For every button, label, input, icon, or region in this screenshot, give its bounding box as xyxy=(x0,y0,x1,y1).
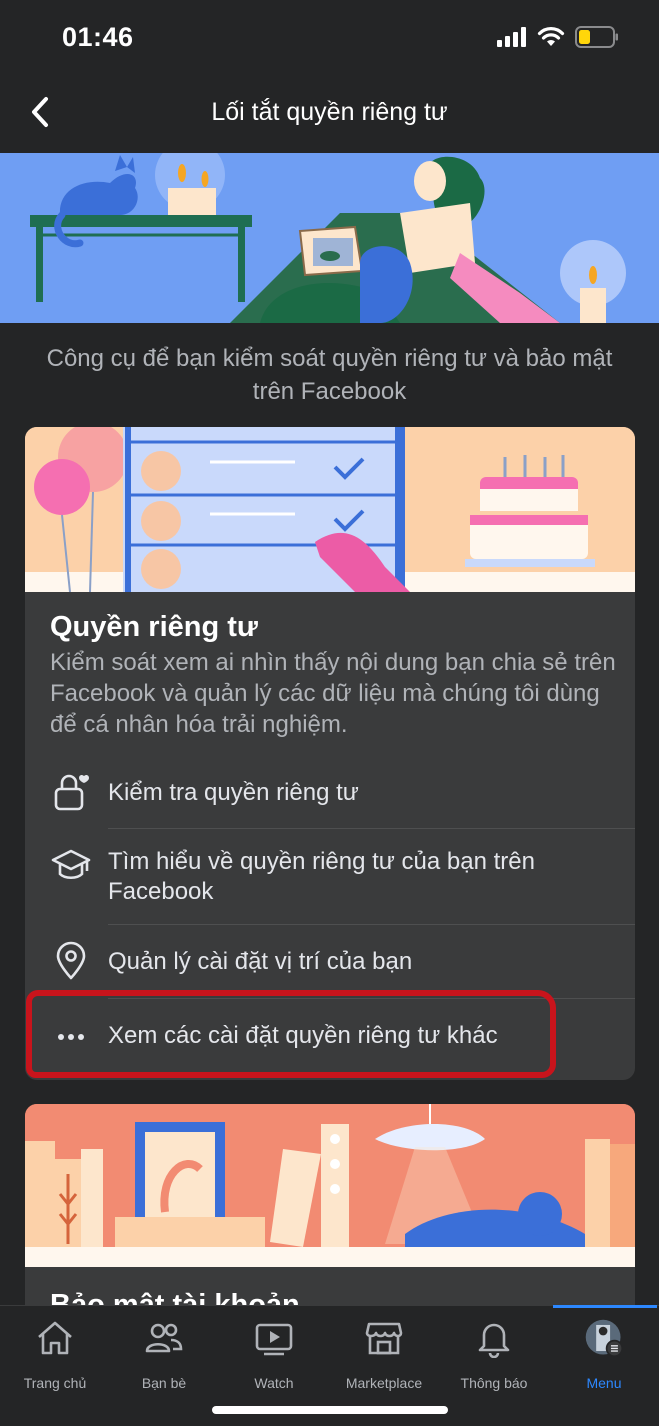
security-card[interactable]: Bảo mật tài khoản xyxy=(25,1104,635,1334)
nav-header: Lối tắt quyền riêng tư xyxy=(0,76,659,153)
wifi-icon xyxy=(537,27,565,46)
tab-label: Trang chủ xyxy=(23,1375,87,1391)
tab-notifications[interactable]: Thông báo xyxy=(439,1318,549,1391)
tab-label: Bạn bè xyxy=(141,1375,187,1391)
option-location-settings[interactable]: Quản lý cài đặt vị trí của bạn xyxy=(25,925,635,998)
privacy-card-illustration xyxy=(25,427,635,592)
tab-home[interactable]: Trang chủ xyxy=(0,1318,110,1391)
option-label: Xem các cài đặt quyền riêng tư khác xyxy=(108,1022,498,1049)
hero-illustration xyxy=(0,153,659,323)
home-indicator xyxy=(212,1406,448,1414)
option-more-privacy-settings[interactable]: Xem các cài đặt quyền riêng tư khác xyxy=(25,999,635,1074)
status-time: 01:46 xyxy=(62,22,134,52)
status-bar: 01:46 xyxy=(0,0,659,76)
marketplace-icon xyxy=(364,1318,404,1358)
tab-label: Menu xyxy=(586,1375,622,1391)
battery-icon xyxy=(575,26,618,48)
tab-label: Thông báo xyxy=(460,1375,528,1391)
privacy-card: Quyền riêng tư Kiểm soát xem ai nhìn thấ… xyxy=(25,427,635,1080)
option-learn-privacy[interactable]: Tìm hiểu về quyền riêng tư của bạn trên … xyxy=(25,829,635,924)
graduation-cap-icon xyxy=(51,845,91,885)
bell-icon xyxy=(474,1318,514,1358)
security-card-illustration xyxy=(25,1104,635,1267)
active-tab-indicator xyxy=(553,1305,657,1308)
page-title: Lối tắt quyền riêng tư xyxy=(211,98,448,126)
privacy-card-description: Kiểm soát xem ai nhìn thấy nội dung bạn … xyxy=(50,649,616,738)
tab-label: Watch xyxy=(254,1375,294,1391)
tab-friends[interactable]: Bạn bè xyxy=(109,1318,219,1391)
lock-heart-icon xyxy=(51,772,91,812)
more-dots-icon xyxy=(51,1017,91,1057)
location-pin-icon xyxy=(51,941,91,981)
option-label: Tìm hiểu về quyền riêng tư của bạn trên … xyxy=(108,848,535,905)
option-privacy-checkup[interactable]: Kiểm tra quyền riêng tư xyxy=(25,758,635,828)
tab-label: Marketplace xyxy=(345,1375,423,1391)
option-label: Quản lý cài đặt vị trí của bạn xyxy=(108,948,413,975)
tab-watch[interactable]: Watch xyxy=(219,1318,329,1391)
status-icons xyxy=(497,26,619,48)
intro-text: Công cụ để bạn kiểm soát quyền riêng tư … xyxy=(46,345,613,405)
tab-menu[interactable]: Menu xyxy=(549,1318,659,1391)
avatar-icon xyxy=(584,1318,624,1358)
home-icon xyxy=(35,1318,75,1358)
friends-icon xyxy=(144,1318,184,1358)
watch-icon xyxy=(254,1318,294,1358)
privacy-card-title: Quyền riêng tư xyxy=(50,611,258,643)
tab-marketplace[interactable]: Marketplace xyxy=(329,1318,439,1391)
option-label: Kiểm tra quyền riêng tư xyxy=(108,779,359,806)
signal-icon xyxy=(497,27,526,47)
